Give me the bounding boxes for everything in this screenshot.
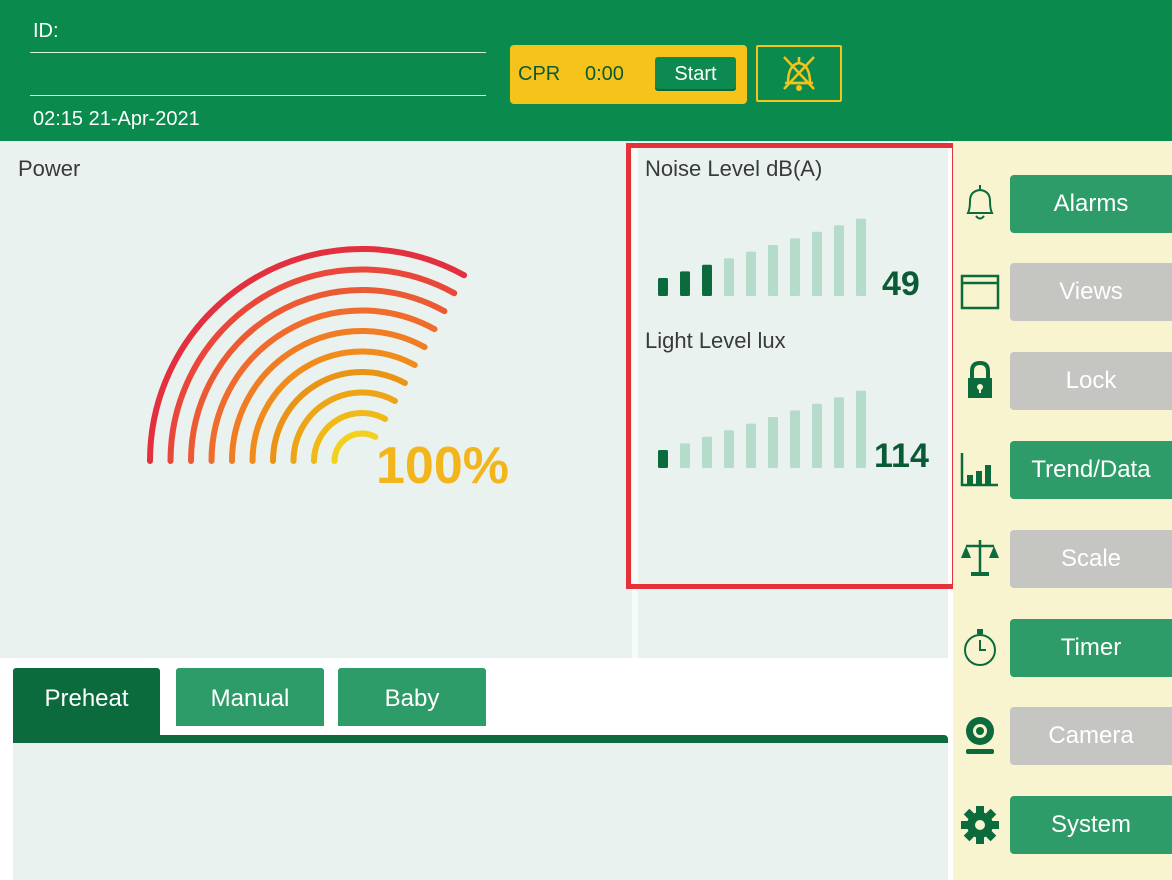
window-icon xyxy=(960,274,1000,310)
power-arc-gauge xyxy=(147,246,468,464)
scale-icon xyxy=(961,540,999,576)
tab-content-area xyxy=(13,743,948,880)
scale-button[interactable]: Scale xyxy=(1010,530,1172,588)
system-button[interactable]: System xyxy=(1010,796,1172,854)
gear-icon xyxy=(961,806,999,844)
tab-manual[interactable]: Manual xyxy=(176,668,324,726)
sidebar-menu xyxy=(953,141,1172,880)
trend-data-button[interactable]: Trend/Data xyxy=(1010,441,1172,499)
lock-button[interactable]: Lock xyxy=(1010,352,1172,410)
cpr-label: CPR xyxy=(518,63,561,85)
patient-id-label: ID: xyxy=(33,20,59,42)
tab-preheat[interactable]: Preheat xyxy=(13,668,160,736)
alarm-bell-silenced-icon xyxy=(783,56,815,91)
power-value: 100% xyxy=(376,437,509,495)
lock-icon xyxy=(968,360,992,398)
patient-name-underline xyxy=(30,95,486,96)
power-arc-ring xyxy=(147,246,468,464)
cpr-start-button[interactable]: Start xyxy=(655,57,736,91)
power-arc-ring xyxy=(331,430,379,464)
tab-baby[interactable]: Baby xyxy=(338,668,486,726)
views-button[interactable]: Views xyxy=(1010,263,1172,321)
bell-icon xyxy=(966,185,994,220)
webcam-icon xyxy=(966,717,994,754)
alarms-button[interactable]: Alarms xyxy=(1010,175,1172,233)
stopwatch-icon xyxy=(964,629,996,666)
alarm-silence-button[interactable] xyxy=(756,45,842,102)
bar-chart-icon xyxy=(960,453,998,487)
tab-underline xyxy=(13,735,948,743)
highlight-box xyxy=(626,143,957,589)
patient-id-underline xyxy=(30,52,486,53)
cpr-panel: CPR 0:00 Start xyxy=(510,45,747,104)
datetime-display: 02:15 21-Apr-2021 xyxy=(33,108,200,130)
timer-button[interactable]: Timer xyxy=(1010,619,1172,677)
cpr-timer: 0:00 xyxy=(585,63,624,85)
camera-button[interactable]: Camera xyxy=(1010,707,1172,765)
